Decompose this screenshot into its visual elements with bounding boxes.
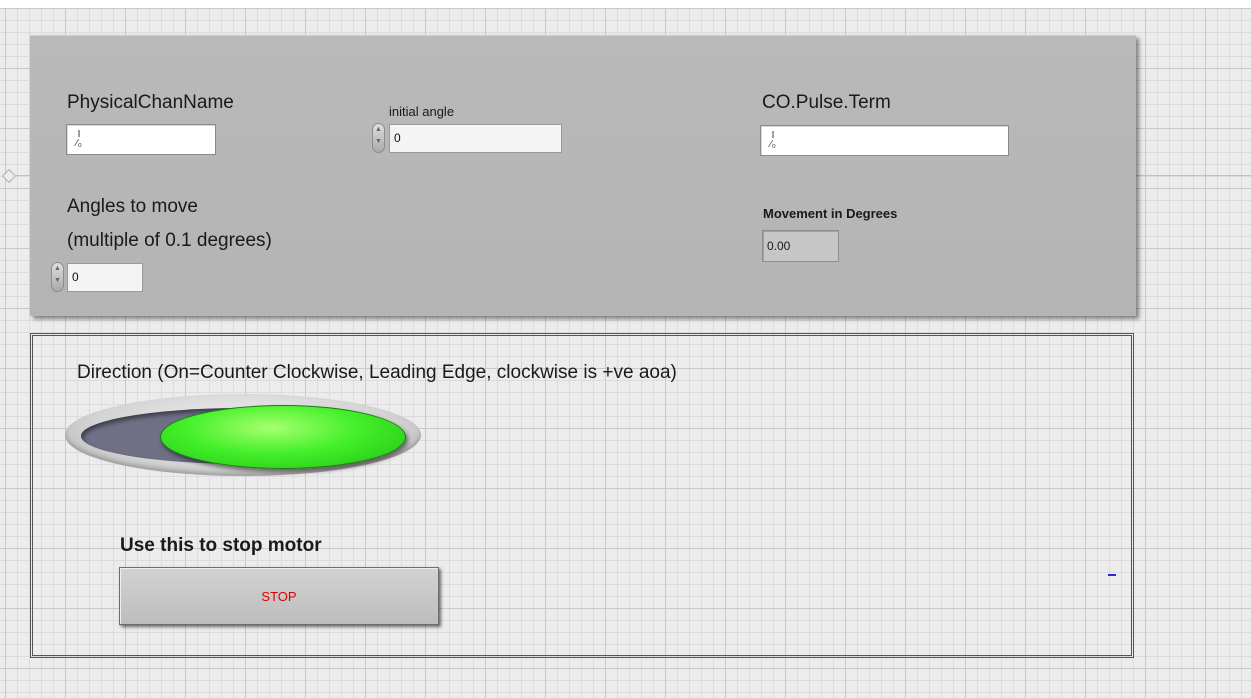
- canvas-top-strip: [0, 0, 1251, 8]
- physical-chan-label: PhysicalChanName: [67, 92, 234, 113]
- connector-marker: [1, 168, 17, 184]
- direction-label: Direction (On=Counter Clockwise, Leading…: [77, 362, 677, 383]
- io-name-icon: I ⁄₀: [76, 129, 82, 149]
- physical-chan-input[interactable]: I ⁄₀: [66, 124, 216, 155]
- angles-to-move-spinner[interactable]: ▲ ▼: [51, 262, 64, 292]
- stop-button[interactable]: STOP: [119, 567, 439, 625]
- angles-to-move-input[interactable]: 0: [67, 263, 143, 292]
- initial-angle-input[interactable]: 0: [389, 124, 562, 153]
- movement-display: 0.00: [762, 230, 839, 262]
- angles-to-move-sublabel: (multiple of 0.1 degrees): [67, 230, 272, 251]
- co-pulse-term-label: CO.Pulse.Term: [762, 92, 891, 113]
- direction-toggle-knob: [160, 405, 406, 469]
- controls-panel: [30, 35, 1136, 316]
- co-pulse-term-input[interactable]: I ⁄₀: [760, 125, 1009, 156]
- initial-angle-spinner[interactable]: ▲ ▼: [372, 123, 385, 153]
- connector-line: [14, 175, 30, 176]
- movement-label: Movement in Degrees: [763, 206, 898, 221]
- angles-to-move-label: Angles to move: [67, 196, 198, 217]
- io-name-icon: I ⁄₀: [770, 130, 776, 150]
- stop-caption: Use this to stop motor: [120, 535, 322, 556]
- connector-line-right: [1136, 175, 1251, 176]
- minus-marker: [1108, 574, 1116, 576]
- initial-angle-label: initial angle: [389, 104, 455, 119]
- direction-toggle[interactable]: [65, 394, 421, 476]
